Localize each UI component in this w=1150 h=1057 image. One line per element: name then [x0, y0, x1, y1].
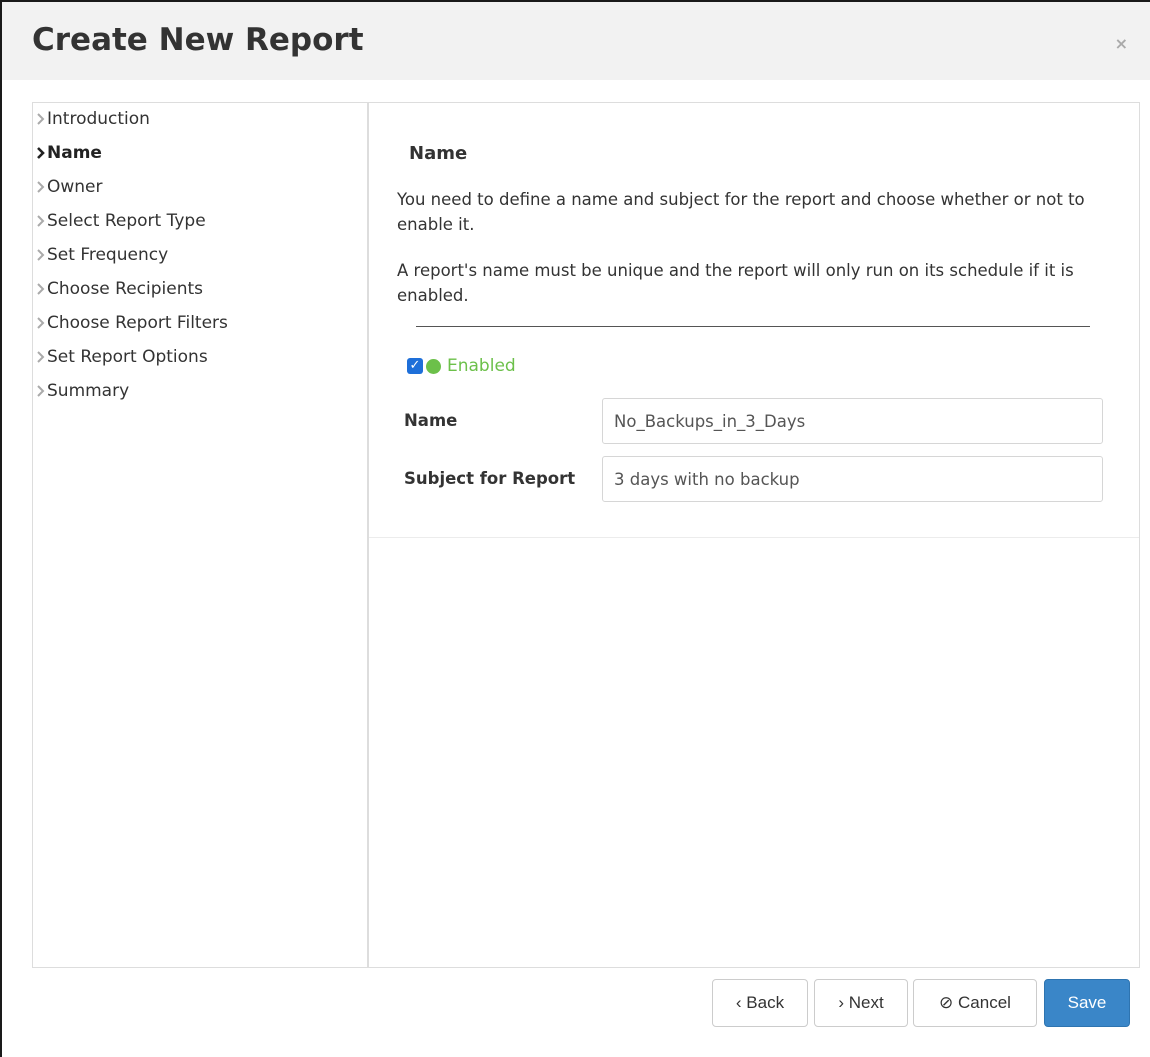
subject-input[interactable]: 3 days with no backup: [602, 456, 1103, 502]
chevron-right-icon: [37, 113, 45, 125]
sidebar-item-name[interactable]: Name: [35, 141, 102, 165]
next-button[interactable]: › Next: [814, 979, 908, 1027]
enabled-label: Enabled: [447, 356, 516, 376]
sidebar-item-label: Owner: [47, 177, 103, 197]
sidebar-item-set-report-options[interactable]: Set Report Options: [35, 345, 208, 369]
chevron-right-icon: [37, 283, 45, 295]
uniqueness-note: A report's name must be unique and the r…: [397, 261, 1074, 305]
sidebar-item-select-report-type[interactable]: Select Report Type: [35, 209, 206, 233]
sidebar-item-summary[interactable]: Summary: [35, 379, 129, 403]
sidebar-item-label: Name: [47, 143, 102, 163]
sidebar-item-choose-report-filters[interactable]: Choose Report Filters: [35, 311, 228, 335]
sidebar-item-label: Set Frequency: [47, 245, 169, 265]
sidebar-item-label: Choose Report Filters: [47, 313, 228, 333]
description-paragraph: You need to define a name and subject fo…: [397, 190, 1085, 234]
wizard-steps-sidebar: Introduction Name Owner Select Report Ty…: [32, 102, 369, 968]
save-button[interactable]: Save: [1044, 979, 1130, 1027]
back-button[interactable]: ‹ Back: [712, 979, 808, 1027]
subject-field-label: Subject for Report: [404, 469, 576, 488]
chevron-right-icon: [37, 249, 45, 261]
name-step-panel: Name You need to define a name and subje…: [369, 103, 1139, 538]
sidebar-item-label: Summary: [47, 381, 130, 401]
sidebar-item-label: Select Report Type: [47, 211, 206, 231]
status-dot-icon: [426, 358, 441, 374]
sidebar-item-owner[interactable]: Owner: [35, 175, 103, 199]
name-field-label: Name: [404, 411, 458, 430]
chevron-right-icon: [37, 317, 45, 329]
create-report-dialog: Create New Report × Introduction Name Ow…: [0, 0, 1150, 1057]
sidebar-item-label: Choose Recipients: [47, 279, 204, 299]
sidebar-item-choose-recipients[interactable]: Choose Recipients: [35, 277, 203, 301]
section-title: Name: [409, 143, 468, 164]
chevron-right-icon: [37, 147, 45, 159]
sidebar-item-set-frequency[interactable]: Set Frequency: [35, 243, 168, 267]
enabled-checkbox[interactable]: ✓: [407, 358, 423, 374]
close-icon[interactable]: ×: [1115, 36, 1128, 52]
chevron-right-icon: [37, 215, 45, 227]
name-input[interactable]: No_Backups_in_3_Days: [602, 398, 1103, 444]
cancel-button[interactable]: ⊘ Cancel: [913, 979, 1037, 1027]
chevron-right-icon: [37, 385, 45, 397]
sidebar-item-label: Introduction: [47, 109, 150, 129]
sidebar-item-introduction[interactable]: Introduction: [35, 107, 150, 131]
chevron-right-icon: [37, 351, 45, 363]
dialog-title: Create New Report: [32, 22, 364, 58]
dialog-header: Create New Report ×: [2, 2, 1150, 80]
chevron-right-icon: [37, 181, 45, 193]
step-content-area: Name You need to define a name and subje…: [369, 102, 1140, 968]
enabled-toggle[interactable]: ✓ Enabled: [407, 355, 516, 377]
sidebar-item-label: Set Report Options: [47, 347, 208, 367]
divider: [416, 326, 1090, 327]
